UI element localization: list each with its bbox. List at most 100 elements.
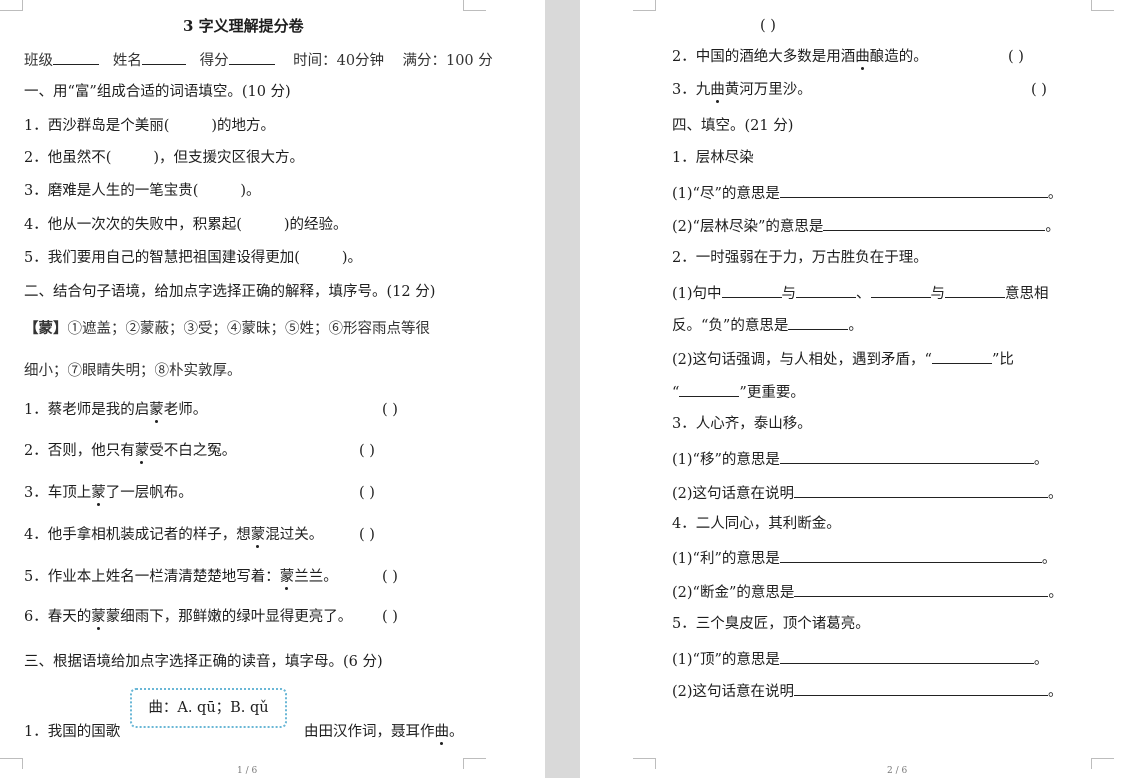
answer-blank[interactable]	[779, 449, 1034, 464]
definition-line-1: 【蒙】①遮盖；②蒙蔽；③受；④蒙昧；⑤姓；⑥形容雨点等很	[24, 320, 430, 338]
answer-blank[interactable]	[794, 681, 1049, 696]
answer-parentheses[interactable]: ( )	[1031, 81, 1047, 99]
item-text: (2)这句话强调，与人相处，遇到矛盾，“	[672, 352, 932, 368]
sec1-item-3: 3．磨难是人生的一笔宝贵( )。	[24, 182, 261, 200]
item-text: 。	[449, 724, 464, 740]
sec4-q5a: (1)“顶”的意思是 。	[672, 649, 1048, 669]
item-text: 3．磨难是人生的一笔宝贵(	[24, 183, 199, 199]
answer-blank[interactable]	[794, 582, 1049, 597]
pinyin-options-box: 曲：A. qū；B. qǔ	[130, 688, 287, 728]
answer-parentheses[interactable]: ( )	[359, 526, 375, 544]
item-text: 受不白之冤。	[149, 443, 237, 459]
item-text: (1)“尽”的意思是	[672, 186, 780, 202]
dotted-character: 蒙	[91, 485, 106, 506]
answer-blank[interactable]	[779, 548, 1042, 563]
item-text: (2)“层林尽染”的意思是	[672, 219, 824, 235]
crop-mark	[633, 758, 656, 769]
item-text: 否则，他只有	[47, 443, 135, 459]
period: 。	[1033, 652, 1049, 668]
item-text: 意思相	[1005, 286, 1049, 302]
answer-parentheses[interactable]: ( )	[382, 608, 398, 626]
item-number: 5．	[24, 569, 48, 585]
item-text: ”更重要。	[739, 385, 805, 401]
answer-parentheses[interactable]: ( )	[382, 568, 398, 586]
answer-blank[interactable]	[796, 283, 857, 298]
item-text: (2)这句话意在说明	[672, 684, 795, 700]
item-text: )。	[240, 183, 261, 199]
item-text: 老师。	[163, 402, 208, 418]
sec2-item-6: 6．春天的蒙蒙细雨下，那鲜嫩的绿叶显得更亮了。	[24, 608, 353, 630]
answer-parentheses[interactable]: ( )	[382, 401, 398, 419]
header-info: 班级 姓名 得分 时间：40分钟 满分：100 分	[24, 50, 493, 70]
item-text: 5．我们要用自己的智慧把祖国建设得更加(	[24, 250, 300, 266]
full-score: 满分：100 分	[402, 53, 493, 69]
item-text: 车顶上	[47, 485, 92, 501]
crop-mark	[1091, 0, 1114, 11]
time-limit: 时间：40分钟	[293, 53, 385, 69]
item-text: )的地方。	[211, 118, 276, 134]
item-text: “	[672, 385, 680, 401]
item-text: )。	[341, 250, 363, 266]
answer-blank[interactable]	[788, 315, 849, 330]
sec2-item-1: 1．蔡老师是我的启蒙老师。	[24, 401, 208, 423]
item-text: 与	[930, 286, 946, 302]
section-2-heading: 二、结合句子语境，给加点字选择正确的解释，填序号。(12 分)	[24, 284, 436, 300]
dotted-character: 曲	[855, 49, 870, 70]
item-text: (1)句中	[672, 286, 722, 302]
definition-text: ①遮盖；②蒙蔽；③受；④蒙昧；⑤姓；⑥形容雨点等很	[67, 321, 431, 337]
item-text: 酿造的。	[869, 49, 928, 65]
item-text: 2．他虽然不(	[24, 150, 112, 166]
answer-parentheses[interactable]: ( )	[1008, 48, 1024, 66]
definition-label: 【蒙】	[24, 320, 68, 337]
item-text: 春天的	[47, 609, 92, 625]
item-text: (2)“断金”的意思是	[672, 585, 795, 601]
sec3-item-2: 2．中国的酒绝大多数是用酒曲酿造的。	[672, 48, 928, 70]
crop-mark	[0, 0, 23, 11]
item-text: (1)“移”的意思是	[672, 452, 780, 468]
sec4-q3a: (1)“移”的意思是 。	[672, 449, 1048, 469]
item-number: 4．	[24, 527, 48, 543]
score-blank[interactable]	[228, 50, 275, 65]
item-text: 兰兰。	[294, 569, 338, 585]
answer-blank[interactable]	[945, 283, 1006, 298]
crop-mark	[0, 758, 23, 769]
item-text: 蒙细雨下，那鲜嫩的绿叶显得更亮了。	[105, 609, 353, 625]
item-text: 反。“负”的意思是	[672, 318, 789, 334]
document-page-2: ( ) 2．中国的酒绝大多数是用酒曲酿造的。 ( ) 3．九曲黄河万里沙。 ( …	[580, 0, 1133, 778]
answer-parentheses[interactable]: ( )	[359, 484, 375, 502]
answer-blank[interactable]	[794, 483, 1049, 498]
answer-parentheses[interactable]: ( )	[359, 442, 375, 460]
item-text: 4．他从一次次的失败中，积累起(	[24, 217, 242, 233]
crop-mark	[633, 0, 656, 11]
crop-mark	[1091, 758, 1114, 769]
answer-blank[interactable]	[779, 183, 1048, 198]
section-3-heading: 三、根据语境给加点字选择正确的读音，填字母。(6 分)	[24, 654, 383, 670]
period: 。	[1048, 585, 1063, 601]
definition-line-2: 细小；⑦眼睛失明；⑧朴实敦厚。	[24, 363, 242, 379]
period: 。	[1045, 219, 1060, 235]
item-text: 2．中国的酒绝大多数是用酒	[672, 49, 856, 65]
answer-blank[interactable]	[721, 283, 782, 298]
sec1-item-1: 1．西沙群岛是个美丽()的地方。	[24, 117, 275, 135]
answer-parentheses[interactable]: ( )	[760, 17, 776, 35]
answer-blank[interactable]	[779, 649, 1034, 664]
sec4-q4b: (2)“断金”的意思是 。	[672, 582, 1063, 602]
name-blank[interactable]	[141, 50, 186, 65]
sec4-q4a: (1)“利”的意思是 。	[672, 548, 1056, 568]
dotted-character: 蒙	[134, 443, 150, 464]
class-blank[interactable]	[53, 50, 99, 65]
sec1-item-5: 5．我们要用自己的智慧把祖国建设得更加( )。	[24, 249, 362, 267]
item-text: (2)这句话意在说明	[672, 486, 795, 502]
item-text: 他手拿相机装成记者的样子，想	[47, 527, 251, 543]
score-label: 得分	[199, 53, 229, 69]
answer-blank[interactable]	[823, 216, 1046, 231]
item-text: 与	[781, 286, 797, 302]
item-text: 黄河万里沙。	[724, 82, 812, 98]
sec4-q1a: (1)“尽”的意思是 。	[672, 183, 1062, 203]
answer-blank[interactable]	[870, 283, 931, 298]
answer-blank[interactable]	[679, 382, 740, 397]
sec2-item-5: 5．作业本上姓名一栏清清楚楚地写着：蒙兰兰。	[24, 568, 338, 590]
sec1-item-2: 2．他虽然不()，但支援灾区很大方。	[24, 149, 304, 167]
answer-blank[interactable]	[931, 349, 992, 364]
sec4-q2b-cont: “ ”更重要。	[672, 382, 805, 402]
